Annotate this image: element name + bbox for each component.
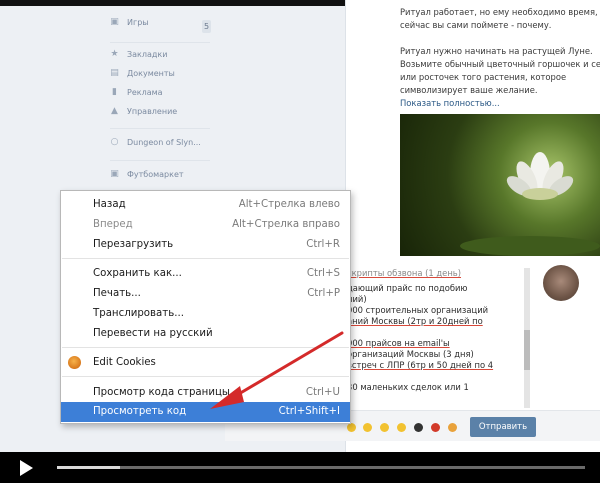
- comment-text-line: дающий прайс по подобию: [347, 283, 468, 293]
- post-text-line: сейчас вы сами поймете - почему.: [400, 20, 552, 30]
- post-text-line: Ритуал работает, но ему необходимо время…: [400, 7, 600, 17]
- sidebar-item-games[interactable]: ▣ Игры: [110, 17, 149, 28]
- emoji-icon[interactable]: [380, 423, 389, 432]
- sidebar-item-manage[interactable]: ▲ Управление: [110, 106, 178, 117]
- document-icon: ▤: [110, 68, 119, 78]
- comment-scrollbar-thumb[interactable]: [524, 330, 530, 370]
- video-progress-track[interactable]: [57, 466, 585, 469]
- ads-icon: ▮: [112, 87, 117, 97]
- gamepad-icon: ▣: [110, 17, 119, 27]
- screen: ▣ Игры 5 ★ Закладки ▤ Документы ▮ Реклам…: [0, 0, 600, 452]
- sidebar-item-ads[interactable]: ▮ Реклама: [110, 87, 163, 98]
- games-count-badge: 5: [202, 20, 211, 33]
- video-progress-fill: [57, 466, 120, 469]
- sidebar-item-bookmarks[interactable]: ★ Закладки: [110, 49, 168, 60]
- menu-item-translate[interactable]: Перевести на русский: [61, 324, 350, 344]
- play-icon[interactable]: [20, 460, 33, 476]
- sidebar-item-footballmarket[interactable]: ▣ Футбомаркет: [110, 169, 184, 180]
- comment-text-line: аний Москвы (2тр и 20дней по: [347, 316, 483, 326]
- divider: [110, 128, 210, 129]
- menu-item-save-as[interactable]: Сохранить как... Ctrl+S: [61, 264, 350, 284]
- menu-item-reload[interactable]: Перезагрузить Ctrl+R: [61, 235, 350, 255]
- emoji-icon[interactable]: [347, 423, 356, 432]
- emoji-icon[interactable]: [414, 423, 423, 432]
- post-image[interactable]: [400, 114, 600, 256]
- divider: [110, 42, 210, 43]
- context-menu: Назад Alt+Стрелка влево Вперед Alt+Стрел…: [60, 190, 351, 424]
- sidebar-item-documents[interactable]: ▤ Документы: [110, 68, 175, 79]
- sidebar-item-label: Управление: [127, 107, 178, 116]
- comment-text-line: скрипты обзвона (1 день): [347, 268, 462, 278]
- post-text-line: Ритуал нужно начинать на растущей Луне.: [400, 46, 593, 56]
- cookie-icon: [68, 356, 81, 369]
- menu-separator: [62, 258, 349, 259]
- comment-text-line: встреч с ЛПР (6тр и 50 дней по 4: [347, 360, 494, 370]
- sidebar-item-dungeon[interactable]: ○ Dungeon of Slyn...: [110, 137, 201, 148]
- menu-item-back[interactable]: Назад Alt+Стрелка влево: [61, 195, 350, 215]
- menu-item-view-source[interactable]: Просмотр кода страницы Ctrl+U: [61, 383, 350, 403]
- comment-text-line: 000 строительных организаций: [347, 305, 489, 315]
- emoji-icon[interactable]: [397, 423, 406, 432]
- post-text-line: Возьмите обычный цветочный горшочек и се: [400, 59, 600, 69]
- menu-item-edit-cookies[interactable]: Edit Cookies: [61, 353, 350, 373]
- emoji-icon[interactable]: [448, 423, 457, 432]
- post-text-line: символизирует ваше желание.: [400, 85, 538, 95]
- sidebar-item-label: Закладки: [127, 50, 168, 59]
- divider: [110, 160, 210, 161]
- lotus-flower-image: [506, 152, 574, 200]
- menu-item-print[interactable]: Печать... Ctrl+P: [61, 284, 350, 304]
- menu-separator: [62, 347, 349, 348]
- menu-item-cast[interactable]: Транслировать...: [61, 304, 350, 324]
- comment-text-line: 000 прайсов на email'ы: [347, 338, 450, 348]
- menu-item-forward[interactable]: Вперед Alt+Стрелка вправо: [61, 215, 350, 235]
- menu-separator: [62, 376, 349, 377]
- sidebar-item-label: Игры: [127, 18, 149, 27]
- emoji-icon[interactable]: [431, 423, 440, 432]
- avatar[interactable]: [543, 265, 579, 301]
- sidebar-item-label: Реклама: [127, 88, 163, 97]
- menu-item-inspect[interactable]: Просмотреть код Ctrl+Shift+I: [61, 402, 350, 422]
- app-icon: ○: [110, 137, 119, 147]
- star-icon: ★: [110, 49, 119, 59]
- app-icon: ▣: [110, 169, 119, 179]
- lily-pad-image: [460, 236, 600, 256]
- post-text-line: или росточек того растения, которое: [400, 72, 567, 82]
- sidebar-item-label: Футбомаркет: [127, 170, 184, 179]
- manage-icon: ▲: [111, 106, 118, 116]
- sidebar-item-label: Документы: [127, 69, 175, 78]
- send-button[interactable]: Отправить: [470, 417, 536, 437]
- comment-text-line: 30 маленьких сделок или 1: [347, 382, 469, 392]
- comment-text-line: организаций Москвы (3 дня): [347, 349, 474, 359]
- emoji-icon[interactable]: [363, 423, 372, 432]
- sidebar-item-label: Dungeon of Slyn...: [127, 138, 201, 147]
- show-more-link[interactable]: Показать полностью...: [400, 97, 600, 110]
